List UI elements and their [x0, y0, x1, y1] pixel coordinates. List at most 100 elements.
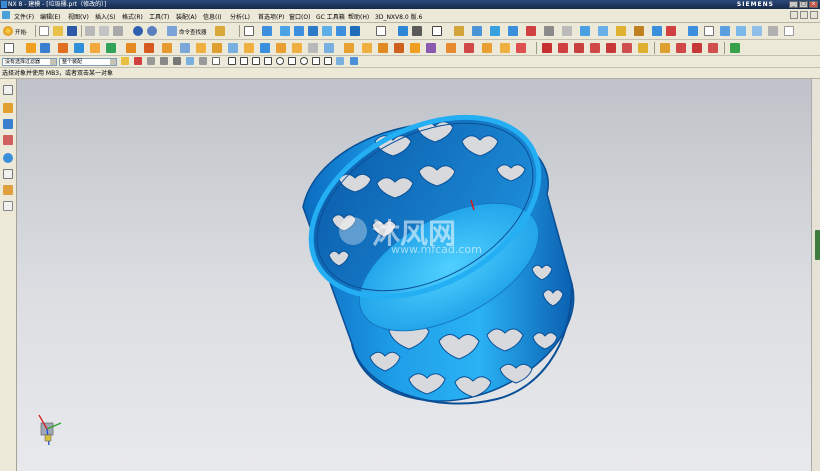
top-view-icon[interactable]: [308, 26, 318, 36]
left-view-icon[interactable]: [336, 26, 346, 36]
selection-scope-dropdown[interactable]: 整个装配: [59, 58, 117, 66]
menu-assembly[interactable]: 装配(A): [176, 12, 197, 21]
arc-icon[interactable]: [558, 43, 568, 53]
cut-icon[interactable]: [85, 26, 95, 36]
color-icon[interactable]: [616, 26, 626, 36]
trim-icon[interactable]: [244, 43, 254, 53]
section-icon[interactable]: [562, 26, 572, 36]
type-filter-dropdown[interactable]: 没有选择过滤器: [2, 58, 57, 66]
reuse-library-icon[interactable]: [3, 135, 13, 145]
menu-file[interactable]: 文件(F): [14, 12, 34, 21]
shell-icon[interactable]: [212, 43, 222, 53]
part-navigator-icon[interactable]: [3, 119, 13, 129]
offset-icon[interactable]: [276, 43, 286, 53]
help-icon[interactable]: [784, 26, 794, 36]
body-rule-icon[interactable]: [173, 57, 181, 65]
restore-window-button[interactable]: [800, 11, 808, 19]
snap-endpoint-icon[interactable]: [228, 57, 236, 65]
open-icon[interactable]: [53, 26, 63, 36]
start-icon[interactable]: [3, 26, 13, 36]
dimension-icon[interactable]: [752, 26, 762, 36]
draft-icon[interactable]: [228, 43, 238, 53]
emboss-icon[interactable]: [410, 43, 420, 53]
pad-icon[interactable]: [106, 43, 116, 53]
rectangle-select-icon[interactable]: [212, 57, 220, 65]
pan-icon[interactable]: [508, 26, 518, 36]
general-selection-icon[interactable]: [121, 57, 129, 65]
close-button[interactable]: ×: [809, 1, 818, 8]
bottom-view-icon[interactable]: [350, 26, 360, 36]
menu-help[interactable]: 帮助(H): [348, 12, 369, 21]
fit-icon[interactable]: [244, 26, 254, 36]
snap-view-icon[interactable]: [432, 26, 442, 36]
snap-intersection-icon[interactable]: [264, 57, 272, 65]
maximize-button[interactable]: □: [799, 1, 808, 8]
face-rule-icon[interactable]: [147, 57, 155, 65]
material-icon[interactable]: [634, 26, 644, 36]
menu-analysis[interactable]: 分析(L): [230, 12, 250, 21]
snap-midpoint-icon[interactable]: [240, 57, 248, 65]
snap-control-point-icon[interactable]: [252, 57, 260, 65]
drafting-icon[interactable]: [720, 26, 730, 36]
scale-icon[interactable]: [308, 43, 318, 53]
chamfer-icon[interactable]: [196, 43, 206, 53]
menu-edit[interactable]: 编辑(E): [40, 12, 60, 21]
menu-window[interactable]: 窗口(O): [289, 12, 310, 21]
display-icon[interactable]: [580, 26, 590, 36]
redo-icon[interactable]: [147, 26, 157, 36]
selection-options-icon[interactable]: [199, 57, 207, 65]
roles-icon[interactable]: [3, 185, 13, 195]
helix-icon[interactable]: [606, 43, 616, 53]
component-rule-icon[interactable]: [186, 57, 194, 65]
page-icon[interactable]: [704, 26, 714, 36]
side-tab-handle[interactable]: [815, 230, 820, 260]
revolve-icon[interactable]: [40, 43, 50, 53]
check-geometry-icon[interactable]: [730, 43, 740, 53]
text-curve-icon[interactable]: [622, 43, 632, 53]
project-curve-icon[interactable]: [638, 43, 648, 53]
pocket-icon[interactable]: [90, 43, 100, 53]
menu-view[interactable]: 视图(V): [68, 12, 89, 21]
history-icon[interactable]: [3, 153, 13, 163]
subtract-icon[interactable]: [144, 43, 154, 53]
hide-icon[interactable]: [598, 26, 608, 36]
save-icon[interactable]: [67, 26, 77, 36]
expression-icon[interactable]: [516, 43, 526, 53]
datum-plane-icon[interactable]: [446, 43, 456, 53]
join-curve-icon[interactable]: [708, 43, 718, 53]
bridge-curve-icon[interactable]: [676, 43, 686, 53]
menu-information[interactable]: 信息(I): [203, 12, 221, 21]
boss-icon[interactable]: [74, 43, 84, 53]
selection-icon[interactable]: [215, 26, 225, 36]
datum-csys-icon[interactable]: [482, 43, 492, 53]
line-icon[interactable]: [542, 43, 552, 53]
rib-icon[interactable]: [426, 43, 436, 53]
annotation-icon[interactable]: [736, 26, 746, 36]
command-finder-label[interactable]: 命令查找器: [179, 28, 207, 36]
shaded-view-icon[interactable]: [262, 26, 272, 36]
wireframe-icon[interactable]: [398, 26, 408, 36]
curve-on-surface-icon[interactable]: [660, 43, 670, 53]
snap-on-face-icon[interactable]: [324, 57, 332, 65]
copy-icon[interactable]: [99, 26, 109, 36]
union-icon[interactable]: [126, 43, 136, 53]
menu-tools[interactable]: 工具(T): [149, 12, 169, 21]
system-materials-icon[interactable]: [3, 169, 13, 179]
circle-icon[interactable]: [574, 43, 584, 53]
snap-3d-icon[interactable]: [350, 57, 358, 65]
snap-bounded-icon[interactable]: [336, 57, 344, 65]
snap-quadrant-icon[interactable]: [288, 57, 296, 65]
sketch-icon[interactable]: [4, 43, 14, 53]
offset-curve-icon[interactable]: [692, 43, 702, 53]
front-view-icon[interactable]: [294, 26, 304, 36]
system-scene-icon[interactable]: [3, 201, 13, 211]
surface-icon[interactable]: [688, 26, 698, 36]
curvature-icon[interactable]: [666, 26, 676, 36]
command-finder-icon[interactable]: [167, 26, 177, 36]
blend-icon[interactable]: [180, 43, 190, 53]
layer-icon[interactable]: [454, 26, 464, 36]
view-layout-icon[interactable]: [376, 26, 386, 36]
extrude-icon[interactable]: [26, 43, 36, 53]
menu-format[interactable]: 格式(R): [122, 12, 143, 21]
hole-icon[interactable]: [58, 43, 68, 53]
